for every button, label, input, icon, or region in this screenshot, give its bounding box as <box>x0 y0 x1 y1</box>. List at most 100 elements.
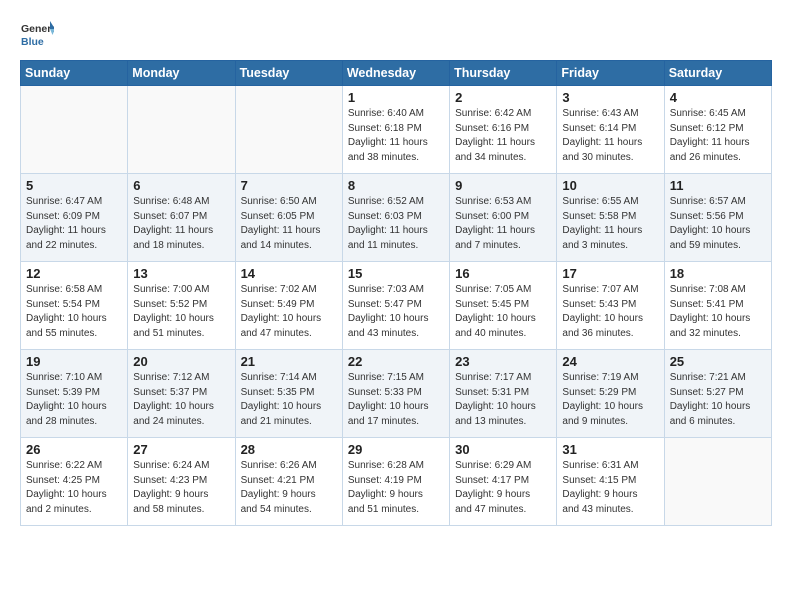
day-info: Sunrise: 6:29 AM Sunset: 4:17 PM Dayligh… <box>455 459 551 517</box>
svg-text:General: General <box>21 23 54 35</box>
day-info: Sunrise: 6:24 AM Sunset: 4:23 PM Dayligh… <box>133 459 229 517</box>
week-row-2: 5 Sunrise: 6:47 AM Sunset: 6:09 PM Daylig… <box>21 174 772 262</box>
weekday-saturday: Saturday <box>664 61 771 86</box>
day-info: Sunrise: 7:17 AM Sunset: 5:31 PM Dayligh… <box>455 371 551 429</box>
day-info: Sunrise: 6:42 AM Sunset: 6:16 PM Dayligh… <box>455 107 551 165</box>
day-info: Sunrise: 7:07 AM Sunset: 5:43 PM Dayligh… <box>562 283 658 341</box>
weekday-sunday: Sunday <box>21 61 128 86</box>
day-info: Sunrise: 7:00 AM Sunset: 5:52 PM Dayligh… <box>133 283 229 341</box>
weekday-tuesday: Tuesday <box>235 61 342 86</box>
day-info: Sunrise: 7:21 AM Sunset: 5:27 PM Dayligh… <box>670 371 766 429</box>
calendar-cell: 22Sunrise: 7:15 AM Sunset: 5:33 PM Dayli… <box>342 350 449 438</box>
day-info: Sunrise: 7:14 AM Sunset: 5:35 PM Dayligh… <box>241 371 337 429</box>
day-number: 20 <box>133 354 229 369</box>
day-number: 15 <box>348 266 444 281</box>
day-info: Sunrise: 7:05 AM Sunset: 5:45 PM Dayligh… <box>455 283 551 341</box>
day-number: 14 <box>241 266 337 281</box>
day-number: 17 <box>562 266 658 281</box>
day-number: 6 <box>133 178 229 193</box>
day-info: Sunrise: 6:45 AM Sunset: 6:12 PM Dayligh… <box>670 107 766 165</box>
calendar-cell: 3Sunrise: 6:43 AM Sunset: 6:14 PM Daylig… <box>557 86 664 174</box>
week-row-4: 19 Sunrise: 7:10 AM Sunset: 5:39 PM Dayli… <box>21 350 772 438</box>
calendar-cell: 27 Sunrise: 6:24 AM Sunset: 4:23 PM Dayli… <box>128 438 235 526</box>
day-number: 27 <box>133 442 229 457</box>
day-info: Sunrise: 6:31 AM Sunset: 4:15 PM Dayligh… <box>562 459 658 517</box>
day-number: 21 <box>241 354 337 369</box>
day-number: 1 <box>348 90 444 105</box>
day-number: 7 <box>241 178 337 193</box>
weekday-thursday: Thursday <box>450 61 557 86</box>
calendar-cell: 8 Sunrise: 6:52 AM Sunset: 6:03 PM Daylig… <box>342 174 449 262</box>
day-number: 3 <box>562 90 658 105</box>
calendar-cell: 5 Sunrise: 6:47 AM Sunset: 6:09 PM Daylig… <box>21 174 128 262</box>
day-number: 13 <box>133 266 229 281</box>
week-row-5: 26 Sunrise: 6:22 AM Sunset: 4:25 PM Dayli… <box>21 438 772 526</box>
day-number: 4 <box>670 90 766 105</box>
day-info: Sunrise: 6:50 AM Sunset: 6:05 PM Dayligh… <box>241 195 337 253</box>
logo-icon: General Blue <box>20 18 54 52</box>
day-info: Sunrise: 7:19 AM Sunset: 5:29 PM Dayligh… <box>562 371 658 429</box>
day-number: 29 <box>348 442 444 457</box>
day-number: 30 <box>455 442 551 457</box>
calendar-cell: 2 Sunrise: 6:42 AM Sunset: 6:16 PM Daylig… <box>450 86 557 174</box>
calendar-cell: 31 Sunrise: 6:31 AM Sunset: 4:15 PM Dayli… <box>557 438 664 526</box>
calendar-cell: 13 Sunrise: 7:00 AM Sunset: 5:52 PM Dayli… <box>128 262 235 350</box>
week-row-1: 1 Sunrise: 6:40 AM Sunset: 6:18 PM Daylig… <box>21 86 772 174</box>
calendar-cell: 25 Sunrise: 7:21 AM Sunset: 5:27 PM Dayli… <box>664 350 771 438</box>
weekday-monday: Monday <box>128 61 235 86</box>
day-info: Sunrise: 6:26 AM Sunset: 4:21 PM Dayligh… <box>241 459 337 517</box>
day-info: Sunrise: 7:02 AM Sunset: 5:49 PM Dayligh… <box>241 283 337 341</box>
day-number: 25 <box>670 354 766 369</box>
day-number: 18 <box>670 266 766 281</box>
calendar-cell <box>21 86 128 174</box>
day-info: Sunrise: 6:57 AM Sunset: 5:56 PM Dayligh… <box>670 195 766 253</box>
day-info: Sunrise: 6:47 AM Sunset: 6:09 PM Dayligh… <box>26 195 122 253</box>
calendar-cell: 23Sunrise: 7:17 AM Sunset: 5:31 PM Dayli… <box>450 350 557 438</box>
calendar-cell: 9 Sunrise: 6:53 AM Sunset: 6:00 PM Daylig… <box>450 174 557 262</box>
day-info: Sunrise: 6:22 AM Sunset: 4:25 PM Dayligh… <box>26 459 122 517</box>
day-info: Sunrise: 7:10 AM Sunset: 5:39 PM Dayligh… <box>26 371 122 429</box>
day-info: Sunrise: 6:53 AM Sunset: 6:00 PM Dayligh… <box>455 195 551 253</box>
day-number: 19 <box>26 354 122 369</box>
day-info: Sunrise: 7:15 AM Sunset: 5:33 PM Dayligh… <box>348 371 444 429</box>
day-number: 2 <box>455 90 551 105</box>
day-number: 16 <box>455 266 551 281</box>
calendar-cell <box>128 86 235 174</box>
calendar-cell: 21 Sunrise: 7:14 AM Sunset: 5:35 PM Dayli… <box>235 350 342 438</box>
day-info: Sunrise: 7:12 AM Sunset: 5:37 PM Dayligh… <box>133 371 229 429</box>
calendar-cell <box>235 86 342 174</box>
day-info: Sunrise: 6:58 AM Sunset: 5:54 PM Dayligh… <box>26 283 122 341</box>
day-number: 28 <box>241 442 337 457</box>
calendar-cell: 20 Sunrise: 7:12 AM Sunset: 5:37 PM Dayli… <box>128 350 235 438</box>
svg-text:Blue: Blue <box>21 36 44 48</box>
day-info: Sunrise: 6:28 AM Sunset: 4:19 PM Dayligh… <box>348 459 444 517</box>
calendar-cell: 19 Sunrise: 7:10 AM Sunset: 5:39 PM Dayli… <box>21 350 128 438</box>
day-number: 9 <box>455 178 551 193</box>
day-number: 8 <box>348 178 444 193</box>
calendar-cell: 14 Sunrise: 7:02 AM Sunset: 5:49 PM Dayli… <box>235 262 342 350</box>
day-number: 10 <box>562 178 658 193</box>
logo: General Blue <box>20 18 54 52</box>
day-info: Sunrise: 6:40 AM Sunset: 6:18 PM Dayligh… <box>348 107 444 165</box>
day-info: Sunrise: 7:08 AM Sunset: 5:41 PM Dayligh… <box>670 283 766 341</box>
calendar-cell: 26 Sunrise: 6:22 AM Sunset: 4:25 PM Dayli… <box>21 438 128 526</box>
calendar-cell: 11 Sunrise: 6:57 AM Sunset: 5:56 PM Dayli… <box>664 174 771 262</box>
day-info: Sunrise: 6:48 AM Sunset: 6:07 PM Dayligh… <box>133 195 229 253</box>
calendar-cell: 30 Sunrise: 6:29 AM Sunset: 4:17 PM Dayli… <box>450 438 557 526</box>
day-number: 11 <box>670 178 766 193</box>
day-number: 5 <box>26 178 122 193</box>
calendar-cell: 1 Sunrise: 6:40 AM Sunset: 6:18 PM Daylig… <box>342 86 449 174</box>
calendar-cell <box>664 438 771 526</box>
weekday-friday: Friday <box>557 61 664 86</box>
calendar-cell: 7 Sunrise: 6:50 AM Sunset: 6:05 PM Daylig… <box>235 174 342 262</box>
header: General Blue <box>20 18 772 52</box>
calendar-cell: 28 Sunrise: 6:26 AM Sunset: 4:21 PM Dayli… <box>235 438 342 526</box>
calendar-cell: 12 Sunrise: 6:58 AM Sunset: 5:54 PM Dayli… <box>21 262 128 350</box>
calendar-cell: 10Sunrise: 6:55 AM Sunset: 5:58 PM Dayli… <box>557 174 664 262</box>
day-number: 24 <box>562 354 658 369</box>
day-number: 12 <box>26 266 122 281</box>
day-number: 26 <box>26 442 122 457</box>
calendar-cell: 17 Sunrise: 7:07 AM Sunset: 5:43 PM Dayli… <box>557 262 664 350</box>
day-number: 31 <box>562 442 658 457</box>
day-info: Sunrise: 6:52 AM Sunset: 6:03 PM Dayligh… <box>348 195 444 253</box>
